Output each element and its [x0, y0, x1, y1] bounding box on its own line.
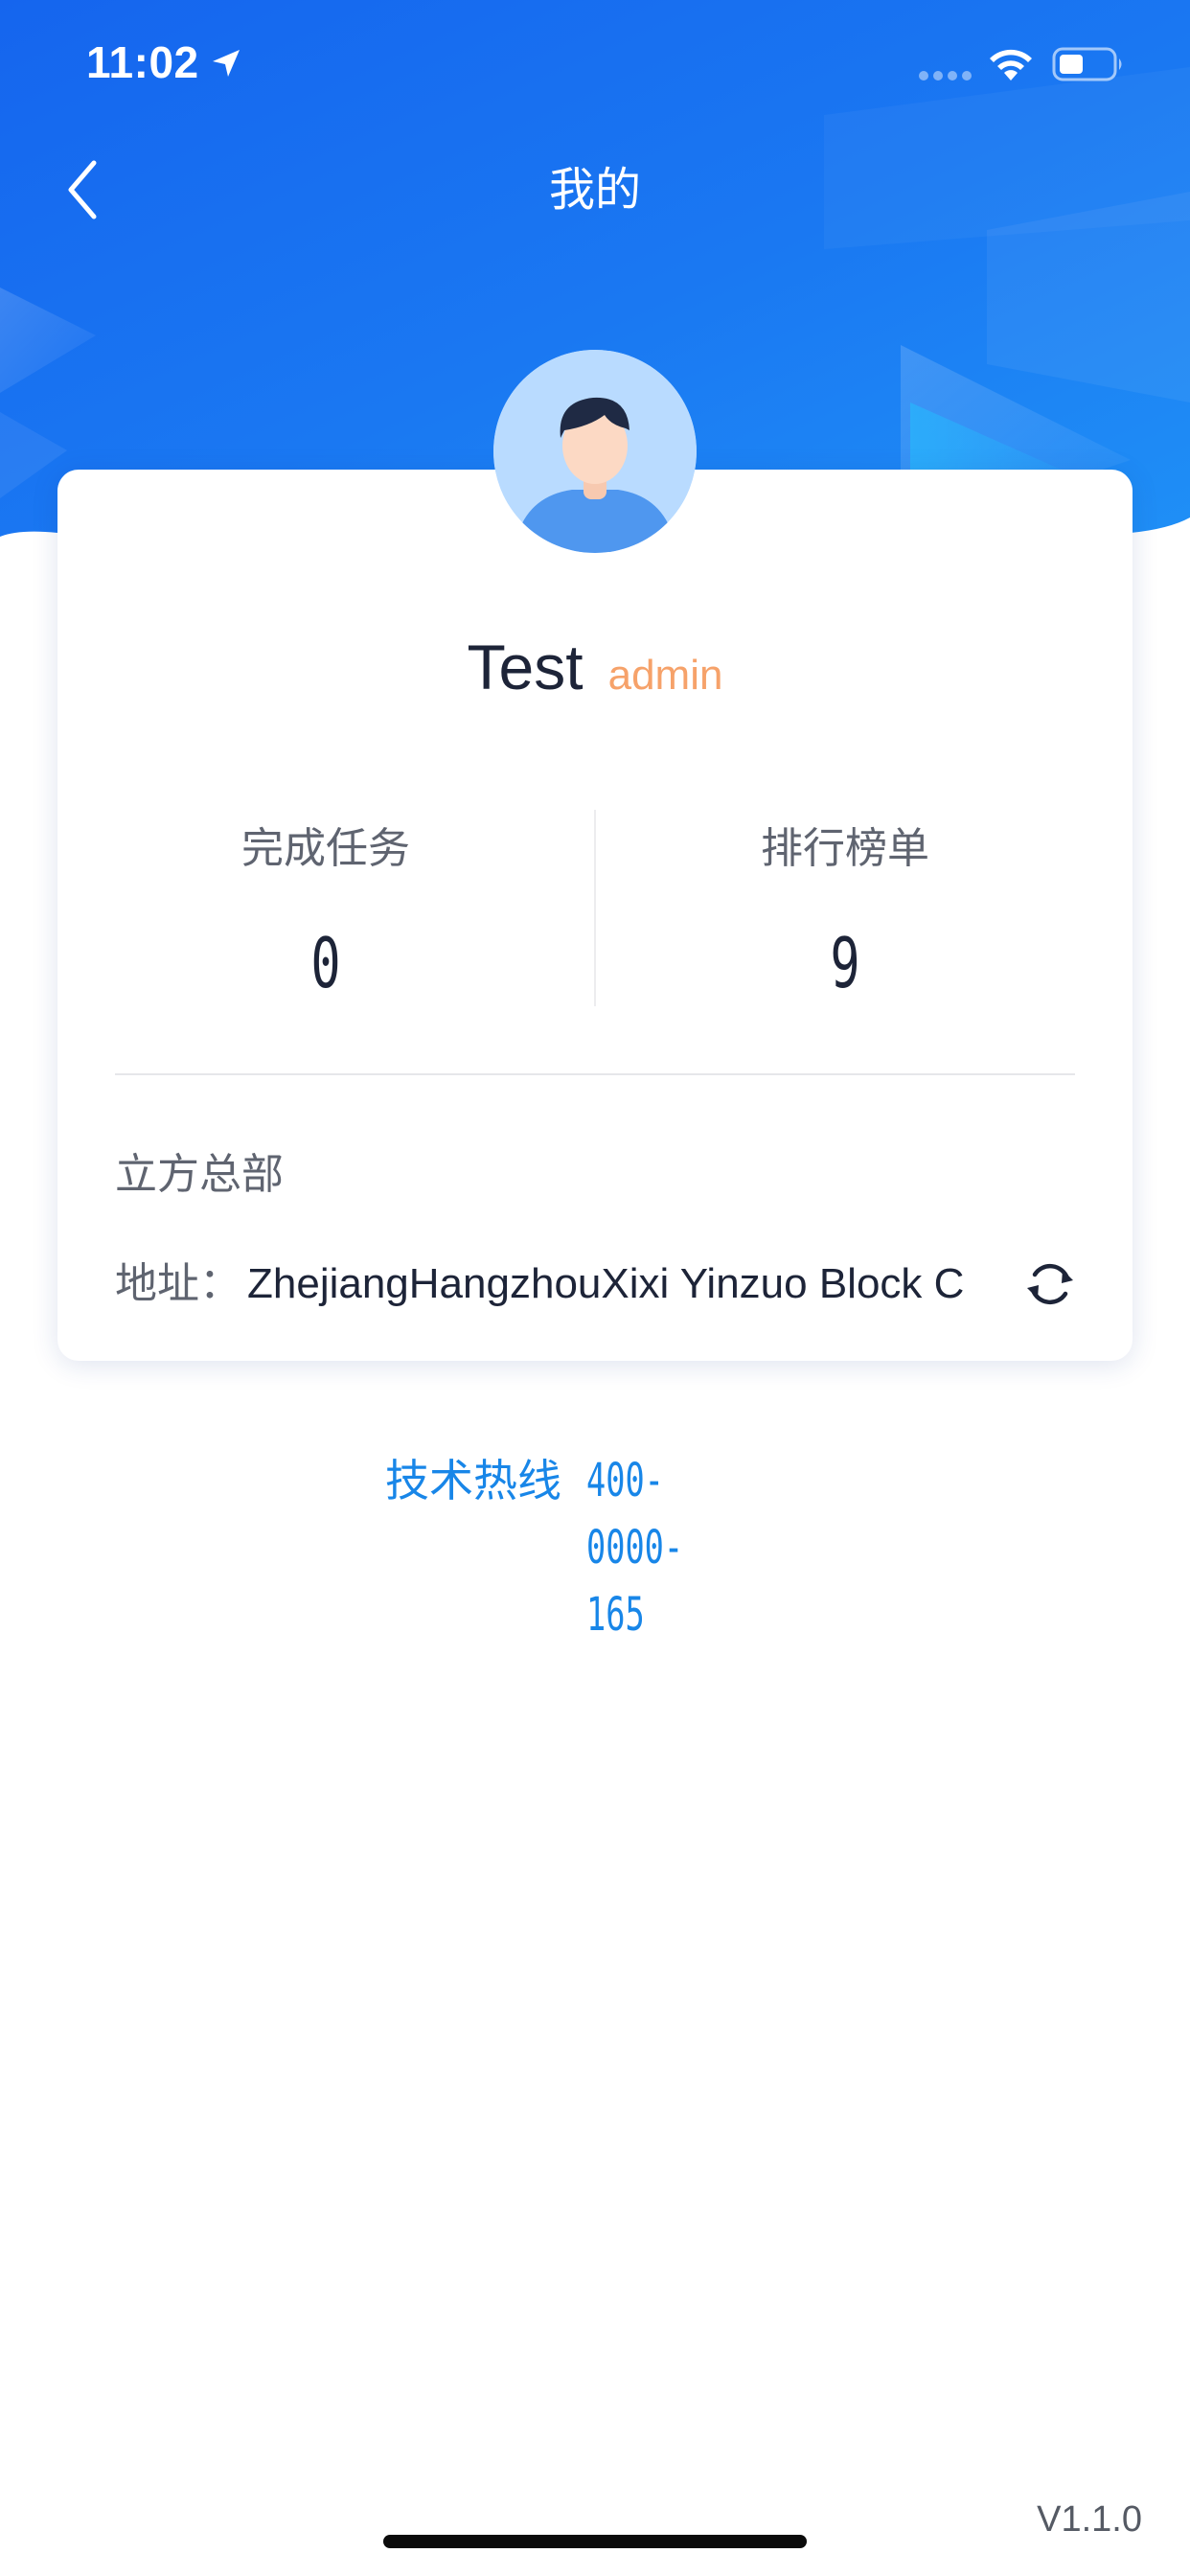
- avatar-illustration-icon: [493, 350, 697, 553]
- card-divider: [115, 1073, 1075, 1075]
- page-title: 我的: [548, 163, 641, 217]
- refresh-icon[interactable]: [1023, 1257, 1077, 1311]
- completed-tasks-value: 0: [310, 923, 341, 1003]
- tech-hotline[interactable]: 技术热线 400-0000-165: [0, 1447, 1190, 1648]
- user-name-row: Test admin: [0, 631, 1190, 717]
- avatar[interactable]: [493, 350, 697, 553]
- wifi-icon: [990, 49, 1032, 80]
- completed-tasks-stat[interactable]: 完成任务 0: [134, 815, 517, 1004]
- status-bar: 11:02: [0, 0, 1190, 128]
- status-time: 11:02: [86, 37, 199, 87]
- user-name: Test: [467, 632, 584, 702]
- address-value: ZhejiangHangzhouXixi Yinzuo Block C: [247, 1260, 965, 1307]
- home-indicator: [383, 2535, 807, 2548]
- battery-icon: [1052, 47, 1122, 81]
- ranking-label: 排行榜单: [761, 824, 929, 873]
- hotline-label: 技术热线: [385, 1455, 561, 1506]
- app-version: V1.1.0: [1037, 2499, 1142, 2540]
- user-role-badge: admin: [607, 652, 723, 699]
- hotline-number[interactable]: 400-0000-165: [586, 1447, 740, 1648]
- address-label: 地址：: [115, 1259, 241, 1308]
- cellular-signal-icon: [919, 71, 972, 80]
- completed-tasks-label: 完成任务: [241, 824, 410, 873]
- stats-divider: [594, 810, 596, 1006]
- location-arrow-icon: [213, 50, 240, 77]
- ranking-stat[interactable]: 排行榜单 9: [653, 815, 1037, 1004]
- organization-name: 立方总部: [115, 1150, 284, 1199]
- ranking-value: 9: [830, 923, 860, 1003]
